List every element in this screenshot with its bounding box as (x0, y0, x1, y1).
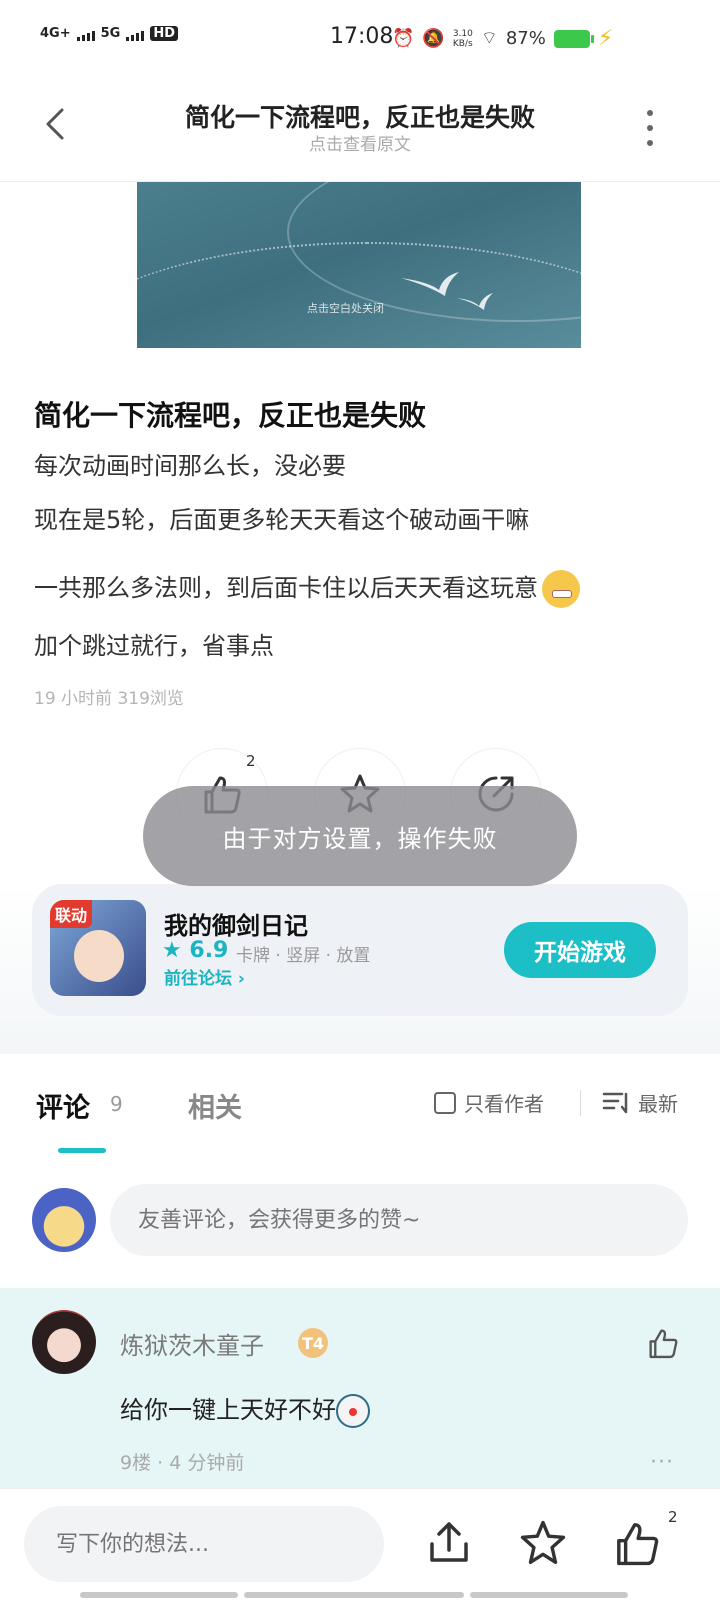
tab-related[interactable]: 相关 (188, 1086, 242, 1125)
clock: 17:08 (330, 24, 394, 49)
user-level-badge: T4 (298, 1328, 328, 1358)
go-to-forum-link[interactable]: 前往论坛 › (164, 964, 245, 989)
game-rating: ★ 6.9 (162, 938, 229, 963)
screen: 4G+ 5G HD 17:08 ⏰ 🔕 3.10 KB/s ⌔ 87% ⚡ 简化… (0, 0, 720, 1600)
page-title: 简化一下流程吧，反正也是失败 (184, 103, 535, 132)
comment-meta: 9楼 · 4 分钟前 (120, 1452, 245, 1474)
net-speed: 3.10 KB/s (452, 28, 473, 49)
clown-emoji-icon (336, 1394, 370, 1428)
avatar[interactable] (32, 1188, 96, 1252)
post-line-2: 现在是5轮，后面更多轮天天看这个破动画干嘛 (34, 506, 530, 534)
view-original-link[interactable]: 点击查看原文 (0, 130, 720, 155)
start-game-button[interactable]: 开始游戏 (504, 922, 656, 978)
sort-icon (602, 1092, 628, 1113)
thumbs-up-icon (649, 1329, 678, 1359)
charging-icon: ⚡ (597, 26, 614, 51)
game-icon[interactable]: 联动 (50, 900, 146, 996)
nav-bar-segment (470, 1592, 628, 1598)
mute-icon: 🔕 (422, 28, 445, 49)
like-button[interactable] (612, 1518, 662, 1568)
comment-like-button[interactable] (646, 1326, 680, 1364)
top-bar: 简化一下流程吧，反正也是失败 点击查看原文 (0, 80, 720, 182)
comment-input[interactable] (110, 1184, 688, 1256)
wifi-icon: ⌔ (480, 28, 498, 49)
thumbs-up-icon (617, 1523, 659, 1566)
home-indicator[interactable] (244, 1592, 464, 1598)
post-title: 简化一下流程吧，反正也是失败 (34, 399, 427, 432)
game-tags: 卡牌 · 竖屏 · 放置 (236, 946, 371, 966)
checkbox[interactable] (434, 1091, 456, 1114)
battery-icon (553, 29, 594, 48)
commenter-avatar[interactable] (32, 1310, 96, 1374)
like-count: 2 (668, 1508, 678, 1526)
comment-item-bg (0, 1288, 720, 1488)
battery-percent: 87% (505, 28, 546, 49)
swallow-icon (457, 293, 493, 310)
status-icons: ⏰ 🔕 3.10 KB/s ⌔ 87% ⚡ (392, 26, 613, 51)
only-author-label: 只看作者 (464, 1092, 544, 1116)
reply-input[interactable] (24, 1506, 384, 1582)
comments-count: 9 (110, 1092, 123, 1116)
sort-label: 最新 (638, 1092, 678, 1116)
collab-badge: 联动 (50, 900, 93, 928)
only-author-filter[interactable]: 只看作者 (434, 1088, 544, 1117)
status-bar: 4G+ 5G HD 17:08 ⏰ 🔕 3.10 KB/s ⌔ 87% ⚡ (0, 0, 720, 80)
share-button[interactable] (424, 1518, 474, 1568)
signal-icon (76, 31, 95, 41)
network-4g-label: 4G+ (40, 26, 71, 41)
comment-text-row: 给你一键上天好不好 (120, 1390, 370, 1428)
more-options-button[interactable] (644, 110, 656, 146)
upload-icon (430, 1522, 468, 1562)
comment-text: 给你一键上天好不好 (120, 1396, 336, 1424)
post-line-3-row: 一共那么多法则，到后面卡住以后天天看这玩意 (34, 568, 580, 608)
nav-bar-segment (80, 1592, 238, 1598)
post-line-1: 每次动画时间那么长，没必要 (34, 452, 346, 480)
alarm-icon: ⏰ (392, 28, 415, 49)
post-line-3: 一共那么多法则，到后面卡住以后天天看这玩意 (34, 574, 538, 602)
banner-hint: 点击空白处关闭 (307, 302, 384, 315)
divider (580, 1090, 581, 1116)
active-tab-indicator (58, 1148, 106, 1153)
favorite-button[interactable] (518, 1518, 568, 1568)
network-5g-label: 5G (100, 26, 121, 41)
dot (647, 110, 653, 116)
post-line-4: 加个跳过就行，省事点 (34, 632, 274, 660)
toast-message: 由于对方设置，操作失败 (143, 786, 577, 886)
commenter-name[interactable]: 炼狱茨木童子 (120, 1326, 264, 1361)
hd-label: HD (150, 26, 178, 41)
signal-area: 4G+ 5G HD (40, 26, 178, 41)
game-character-art (74, 930, 124, 982)
post-meta: 19 小时前 319浏览 (34, 689, 184, 709)
like-count: 2 (246, 752, 256, 770)
tab-comments[interactable]: 评论 (36, 1086, 90, 1125)
sort-button[interactable]: 最新 (602, 1088, 678, 1117)
laughing-emoji-icon (542, 570, 580, 608)
post-banner-image[interactable]: 点击空白处关闭 (137, 182, 581, 348)
signal-icon (126, 31, 145, 41)
dot (647, 140, 653, 146)
star-icon (520, 1520, 566, 1565)
game-name: 我的御剑日记 (164, 912, 308, 940)
comment-more-button[interactable]: ··· (650, 1450, 674, 1475)
banner-arc (137, 242, 581, 348)
dot (647, 125, 653, 131)
